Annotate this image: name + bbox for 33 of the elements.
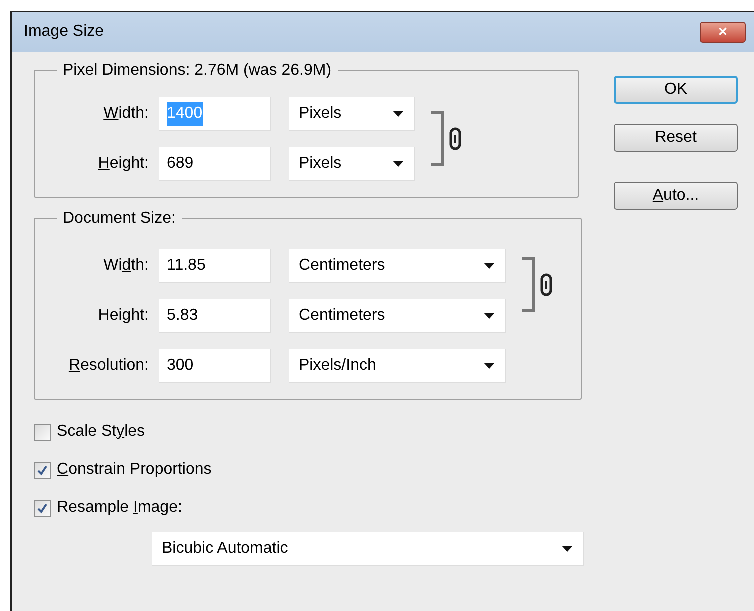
- field-label: Height:: [97, 154, 150, 174]
- value-field[interactable]: 689: [159, 147, 271, 181]
- unit-dropdown[interactable]: Pixels/Inch: [289, 349, 506, 383]
- field-label: Width:: [102, 256, 150, 276]
- field-label: Width:: [102, 104, 150, 124]
- checkmark-icon: [37, 464, 48, 476]
- value-field[interactable]: 11.85: [159, 249, 271, 283]
- checkbox[interactable]: [34, 462, 51, 478]
- checkbox[interactable]: [34, 424, 51, 440]
- dialog-button[interactable]: OK: [614, 76, 738, 104]
- unit-dropdown[interactable]: Centimeters: [289, 299, 506, 333]
- unit-dropdown[interactable]: Centimeters: [289, 249, 506, 283]
- dialog-button[interactable]: Auto...: [614, 182, 738, 210]
- resample-dropdown[interactable]: Bicubic Automatic: [152, 532, 584, 566]
- checkbox-label: Scale Styles: [57, 422, 146, 442]
- checkbox-label: Constrain Proportions: [57, 460, 212, 480]
- caret-icon: [393, 110, 404, 116]
- caret-icon: [562, 546, 573, 552]
- checkbox[interactable]: [34, 500, 51, 516]
- caret-icon: [484, 262, 495, 268]
- window-title: Image Size: [24, 22, 104, 42]
- checkmark-icon: [37, 502, 48, 514]
- dialog-button[interactable]: Reset: [614, 124, 738, 152]
- checkbox-label: Resample Image:: [57, 498, 182, 518]
- caret-icon: [484, 312, 495, 318]
- field-label: Height:: [97, 306, 150, 326]
- value-field[interactable]: 5.83: [159, 299, 271, 333]
- caret-icon: [393, 160, 404, 166]
- unit-dropdown[interactable]: Pixels: [289, 97, 415, 131]
- value-field[interactable]: 300: [159, 349, 271, 383]
- unit-dropdown[interactable]: Pixels: [289, 147, 415, 181]
- field-label: Resolution:: [68, 356, 150, 376]
- caret-icon: [484, 362, 495, 368]
